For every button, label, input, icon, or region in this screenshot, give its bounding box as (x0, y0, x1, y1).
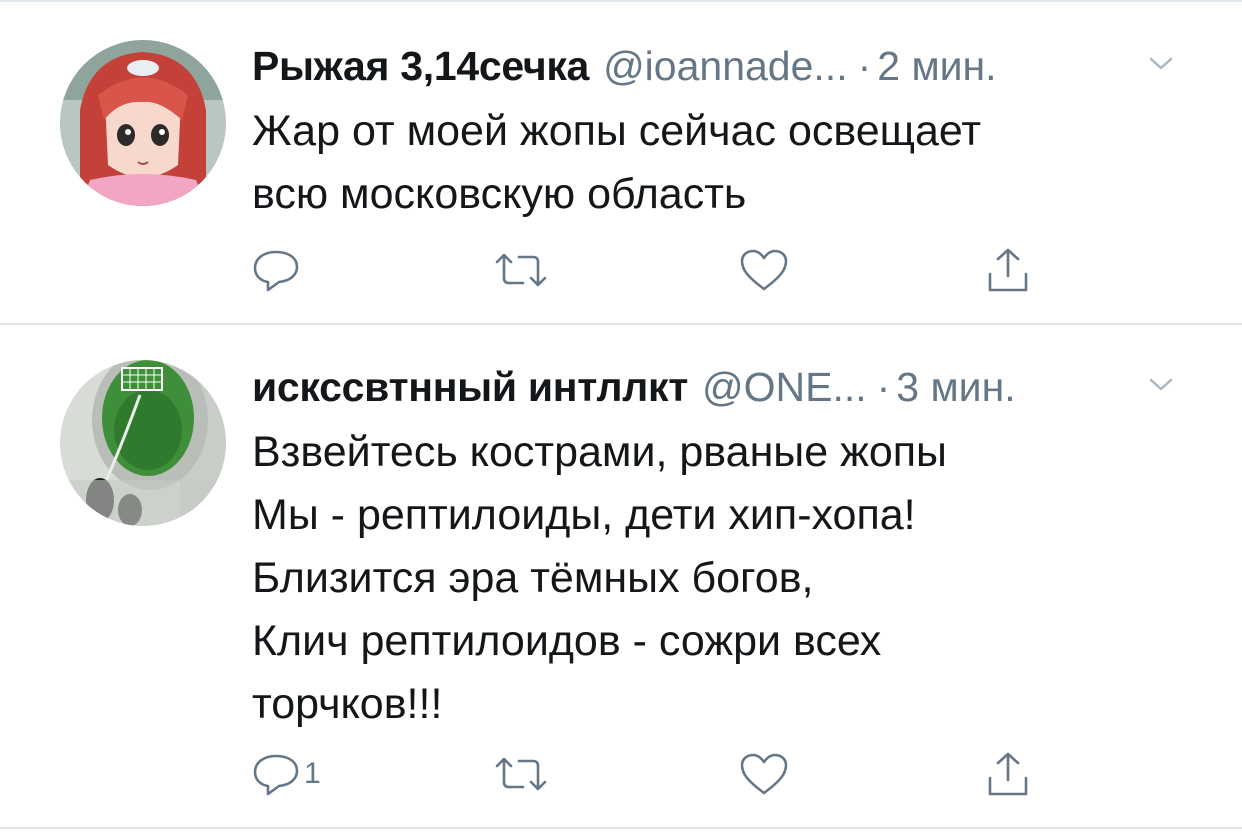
tweet-actions: 1 (0, 744, 1028, 804)
tweet-header: искссвтнный интллкт @ONE... · 3 мин. (252, 357, 1202, 417)
retweet-icon (495, 253, 547, 287)
tweet-actions (0, 240, 1028, 300)
retweet-icon (495, 757, 547, 791)
tweet-text-line: Близится эра тёмных богов, (252, 554, 814, 602)
share-icon (988, 248, 1028, 292)
reply-icon (253, 754, 299, 796)
chevron-down-icon[interactable] (1148, 54, 1174, 74)
author-name[interactable]: Рыжая 3,14сечка (252, 43, 589, 89)
timestamp[interactable]: 3 мин. (896, 364, 1015, 410)
author-handle[interactable]: @ONE... (702, 364, 867, 410)
reply-icon (253, 250, 299, 292)
tweet-text-line: Клич рептилоидов - сожри всех (252, 617, 882, 665)
timestamp[interactable]: 2 мин. (877, 43, 996, 89)
share-button[interactable] (984, 240, 1032, 300)
divider (0, 827, 1242, 829)
urinal-goal-avatar-icon (60, 360, 226, 526)
author-name[interactable]: искссвтнный интллкт (252, 364, 688, 410)
share-button[interactable] (984, 744, 1032, 804)
tweet[interactable]: искссвтнный интллкт @ONE... · 3 мин. Взвейт… (0, 325, 1242, 827)
reply-count: 1 (304, 757, 321, 790)
tweet-text-line: всю московскую область (252, 170, 747, 218)
reply-button[interactable]: 1 (250, 744, 321, 804)
like-button[interactable] (738, 744, 790, 804)
tweet-text-line: Взвейтесь кострами, рваные жопы (252, 428, 947, 476)
like-button[interactable] (738, 240, 790, 300)
tweet-text-line: торчков!!! (252, 680, 443, 728)
tweet-text: Взвейтесь кострами, рваные жопы Мы - реп… (252, 421, 1202, 736)
separator-dot: · (876, 364, 891, 410)
heart-icon (740, 753, 788, 795)
avatar[interactable] (60, 360, 226, 526)
retweet-button[interactable] (493, 744, 549, 804)
tweet-text-line: Мы - рептилоиды, дети хип-хопа! (252, 491, 916, 539)
separator-dot: · (857, 43, 872, 89)
reply-button[interactable] (250, 240, 304, 300)
tweet-text: Жар от моей жопы сейчас освещает всю мос… (252, 100, 1202, 226)
tweet-header: Рыжая 3,14сечка @ioannade... · 2 мин. (252, 36, 1202, 96)
tweet-text-line: Жар от моей жопы сейчас освещает (252, 107, 982, 155)
anime-girl-avatar-icon (60, 40, 226, 206)
avatar[interactable] (60, 40, 226, 206)
share-icon (988, 752, 1028, 796)
tweet[interactable]: Рыжая 3,14сечка @ioannade... · 2 мин. Жар о… (0, 0, 1242, 324)
retweet-button[interactable] (493, 240, 549, 300)
heart-icon (740, 249, 788, 291)
timeline: Рыжая 3,14сечка @ioannade... · 2 мин. Жар о… (0, 0, 1242, 836)
chevron-down-icon[interactable] (1148, 375, 1174, 395)
author-handle[interactable]: @ioannade... (603, 43, 848, 89)
